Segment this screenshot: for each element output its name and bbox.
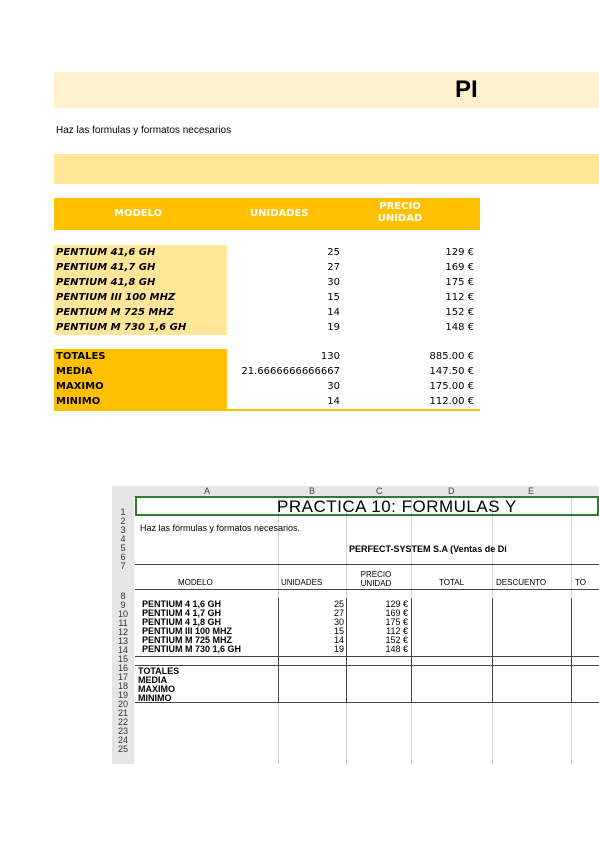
header-units: UNIDADES xyxy=(250,208,309,219)
header-price: PRECIO UNIDAD xyxy=(377,201,423,224)
column-header: E xyxy=(528,486,535,496)
price-cell: 129 € xyxy=(445,247,474,258)
table-row: PENTIUM 41,7 GH 27 169 € xyxy=(54,260,480,275)
model-cell: PENTIUM M 730 1,6 GH xyxy=(56,322,187,333)
summary-price: 175.00 € xyxy=(429,381,474,392)
column-header: B xyxy=(309,486,316,496)
table-row: PENTIUM M 730 1,6 GH 19 148 € xyxy=(54,320,480,335)
summary-units: 30 xyxy=(327,381,340,392)
summary-price: 885.00 € xyxy=(429,351,474,362)
row-number: 7 xyxy=(120,561,126,571)
instructions-text: Haz las formulas y formatos necesarios xyxy=(56,125,232,136)
sheet-title-cell: PRACTICA 10: FORMULAS Y xyxy=(135,496,599,516)
summary-units: 130 xyxy=(320,351,340,362)
summary-price: 147.50 € xyxy=(429,366,474,377)
subtitle-band xyxy=(54,154,599,184)
row-number: 25 xyxy=(117,744,128,754)
table-row: PENTIUM III 100 MHZ 15 112 € xyxy=(54,290,480,305)
sheet-title: PRACTICA 10: FORMULAS Y xyxy=(277,497,517,516)
page-title: PI xyxy=(455,76,478,103)
table-row: PENTIUM 41,6 GH 25 129 € xyxy=(54,245,480,260)
table-row: PENTIUM 41,8 GH 30 175 € xyxy=(54,275,480,290)
summary-label: MINIMO xyxy=(56,396,101,407)
sheet-instructions: Haz las fórmulas y formatos necesarios. xyxy=(140,523,301,533)
summary-row: MAXIMO 30 175.00 € xyxy=(54,379,480,394)
price-cell: 152 € xyxy=(445,307,474,318)
summary-label: TOTALES xyxy=(56,351,106,362)
summary-units: 21.6666666666667 xyxy=(241,366,340,377)
column-header: D xyxy=(448,486,455,496)
column-header: A xyxy=(204,486,211,496)
sheet-header-total: TOTAL xyxy=(439,578,465,587)
summary-units: 14 xyxy=(327,396,340,407)
sheet-header-model: MODELO xyxy=(178,578,213,587)
sheet-header-units: UNIDADES xyxy=(281,578,323,587)
column-header: C xyxy=(376,486,383,496)
model-cell: PENTIUM M 725 MHZ xyxy=(56,307,174,318)
summary-row: MEDIA 21.6666666666667 147.50 € xyxy=(54,364,480,379)
units-cell: 30 xyxy=(327,277,340,288)
header-model: MODELO xyxy=(114,208,163,219)
table-row: PENTIUM M 725 MHZ 14 152 € xyxy=(54,305,480,320)
model-cell: PENTIUM 41,6 GH xyxy=(56,247,156,258)
units-cell: 15 xyxy=(327,292,340,303)
sheet-cell-units: 19 xyxy=(333,644,344,654)
units-cell: 27 xyxy=(327,262,340,273)
title-band xyxy=(54,72,599,108)
table-header: MODELO UNIDADES PRECIO UNIDAD xyxy=(54,198,480,230)
price-cell: 169 € xyxy=(445,262,474,273)
summary-label: MAXIMO xyxy=(56,381,104,392)
units-cell: 14 xyxy=(327,307,340,318)
summary-label: MEDIA xyxy=(56,366,93,377)
model-cell: PENTIUM 41,8 GH xyxy=(56,277,156,288)
sheet-header-to: TO xyxy=(575,578,586,587)
units-cell: 25 xyxy=(327,247,340,258)
sheet-cell-model: PENTIUM M 730 1,6 GH xyxy=(142,644,242,654)
summary-price: 112.00 € xyxy=(429,396,474,407)
model-cell: PENTIUM 41,7 GH xyxy=(56,262,156,273)
sheet-company: PERFECT-SYSTEM S.A (Ventas de Di xyxy=(349,544,507,554)
model-cell: PENTIUM III 100 MHZ xyxy=(56,292,176,303)
sheet-header-discount: DESCUENTO xyxy=(496,578,547,587)
sheet-header-price: PRECIO UNIDAD xyxy=(360,570,392,588)
units-cell: 19 xyxy=(327,322,340,333)
summary-row: MINIMO 14 112.00 € xyxy=(54,394,480,409)
summary-row: TOTALES 130 885.00 € xyxy=(54,349,480,364)
price-cell: 112 € xyxy=(445,292,474,303)
row-number-bar: 1 2 3 4 5 6 7 8 9 10 11 12 13 14 15 16 17 18 19 20 21 22 23 24 2… xyxy=(112,496,134,764)
spreadsheet-screenshot: A B C D E 1 2 3 4 5 6 7 8 9 10 11 12 13 14 15 16 17 18 19 2… xyxy=(112,486,599,764)
price-cell: 175 € xyxy=(445,277,474,288)
sheet-cell-price: 148 € xyxy=(385,644,408,654)
price-cell: 148 € xyxy=(445,322,474,333)
